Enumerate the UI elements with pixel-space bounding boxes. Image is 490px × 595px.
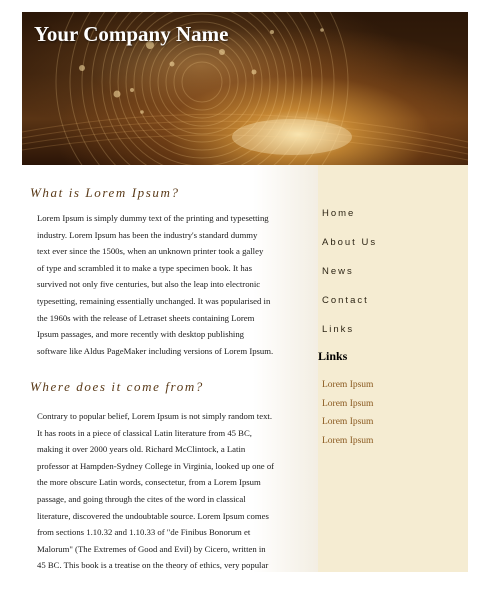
paragraph-line: of type and scrambled it to make a type …	[37, 262, 252, 273]
sidebar-links: Lorem Ipsum Lorem Ipsum Lorem Ipsum Lore…	[322, 376, 373, 450]
main-content: What is Lorem Ipsum? Lorem Ipsum is simp…	[22, 165, 318, 572]
paragraph-line: Contrary to popular belief, Lorem Ipsum …	[37, 411, 273, 421]
sidebar-link[interactable]: Lorem Ipsum	[322, 395, 373, 414]
nav-item-about-us[interactable]: About Us	[322, 228, 377, 257]
section-heading-what: What is Lorem Ipsum?	[30, 185, 180, 200]
links-heading: Links	[318, 349, 348, 363]
sidebar-link[interactable]: Lorem Ipsum	[322, 413, 373, 432]
sidebar-link[interactable]: Lorem Ipsum	[322, 432, 373, 451]
company-name: Your Company Name	[34, 22, 229, 46]
header-banner: Your Company Name	[22, 12, 468, 165]
paragraph-line: from sections 1.10.32 and 1.10.33 of "de…	[37, 527, 251, 538]
paragraph-line: literature, discovered the undoubtable s…	[37, 510, 269, 521]
section-paragraph-what: Lorem Ipsum is simply dummy text of the …	[37, 210, 273, 359]
paragraph-line: Lorem Ipsum is simply dummy text of the …	[37, 213, 269, 223]
paragraph-line: survived not only five centuries, but al…	[37, 279, 261, 290]
paragraph-line: typesetting, remaining essentially uncha…	[37, 295, 271, 306]
paragraph-line: the 1960s with the release of Letraset s…	[37, 312, 255, 323]
nav-item-news[interactable]: News	[322, 257, 377, 286]
paragraph-line: professor at Hampden-Sydney College in V…	[37, 460, 275, 471]
paragraph-line: passage, and going through the cites of …	[37, 493, 246, 504]
section-paragraph-where: Contrary to popular belief, Lorem Ipsum …	[37, 408, 274, 572]
nav-item-links[interactable]: Links	[322, 315, 377, 344]
sidebar-nav: Home About Us News Contact Links	[322, 199, 377, 344]
sidebar-link[interactable]: Lorem Ipsum	[322, 376, 373, 395]
paragraph-line: the more obscure Latin words, consectetu…	[37, 477, 261, 488]
paragraph-line: making it over 2000 years old. Richard M…	[37, 444, 246, 455]
paragraph-line: Ipsum passages, and more recently with d…	[37, 329, 245, 340]
paragraph-line: text ever since the 1500s, when an unkno…	[37, 246, 264, 257]
section-heading-where: Where does it come from?	[30, 379, 204, 394]
sidebar: Home About Us News Contact Links Links L…	[318, 165, 468, 572]
page: Your Company Name What is Lorem Ipsum? L…	[22, 12, 468, 572]
paragraph-line: Malorum" (The Extremes of Good and Evil)…	[37, 543, 266, 554]
paragraph-line: It has roots in a piece of classical Lat…	[37, 427, 252, 438]
paragraph-line: 45 BC. This book is a treatise on the th…	[37, 560, 269, 571]
nav-item-contact[interactable]: Contact	[322, 286, 377, 315]
nav-item-home[interactable]: Home	[322, 199, 377, 228]
paragraph-line: industry. Lorem Ipsum has been the indus…	[37, 229, 258, 240]
paragraph-line: software like Aldus PageMaker including …	[37, 345, 274, 356]
